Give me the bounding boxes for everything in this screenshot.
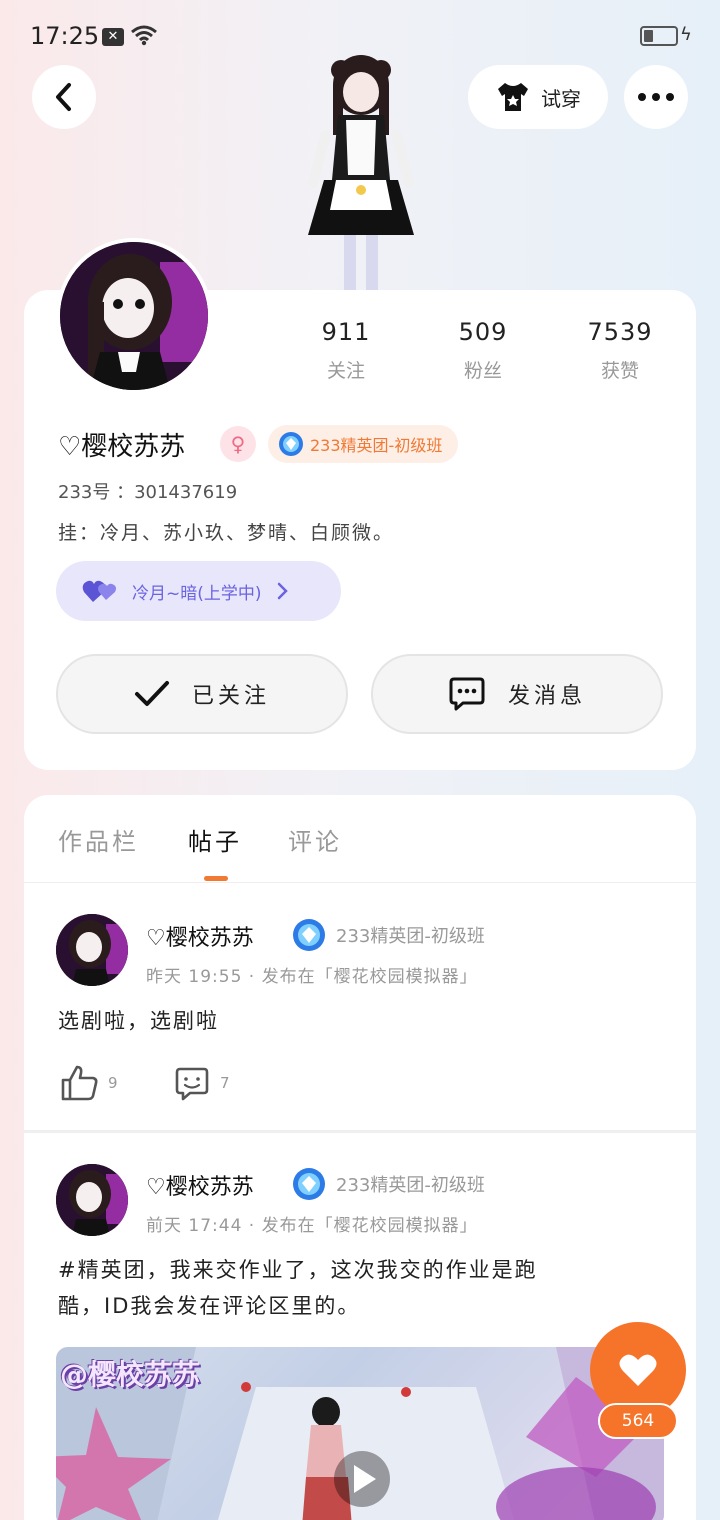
post-badge: 233精英团-初级班 (336, 1175, 485, 1196)
user-id: 233号 ：301437619 (58, 482, 238, 503)
try-on-label: 试穿 (541, 86, 581, 111)
wifi-icon (131, 25, 157, 46)
notification-icon: ✕ (102, 28, 124, 46)
video-thumbnail[interactable]: @樱校苏苏 (56, 1347, 664, 1520)
stat-value: 509 (458, 318, 508, 346)
back-button[interactable] (32, 65, 96, 129)
follow-button[interactable]: 已关注 (56, 654, 348, 734)
tab-divider (24, 882, 696, 883)
stat-label: 粉丝 (463, 360, 502, 382)
tab-works[interactable]: 作品栏 (58, 822, 139, 857)
post-author[interactable]: ♡樱校苏苏 (146, 920, 254, 952)
check-icon (134, 681, 169, 706)
post-text-line2[interactable]: 酷，ID我会发在评论区里的。 (58, 1288, 360, 1324)
post-text[interactable]: 选剧啦，选剧啦 (58, 1003, 219, 1039)
more-dots-icon (638, 93, 674, 101)
message-label: 发消息 (507, 684, 586, 709)
post-meta[interactable]: 昨天 19:55 · 发布在「樱花校园模拟器」 (146, 962, 478, 987)
chat-bubble-icon (449, 677, 485, 711)
try-on-button[interactable]: 试穿 (468, 65, 608, 129)
heart-icon (619, 1354, 657, 1386)
diamond-badge-icon (279, 432, 303, 456)
diamond-badge-icon (293, 1168, 325, 1200)
badge-pill[interactable]: 233精英团-初级班 (268, 425, 459, 463)
message-button[interactable]: 发消息 (371, 654, 663, 734)
post-avatar[interactable] (56, 1164, 128, 1236)
post-divider (24, 1130, 696, 1133)
post-text-line1[interactable]: #精英团，我来交作业了，这次我交的作业是跑 (58, 1252, 538, 1288)
tab-indicator (204, 876, 228, 881)
avatar[interactable] (56, 238, 212, 394)
comment-icon[interactable] (174, 1066, 210, 1102)
more-button[interactable] (624, 65, 688, 129)
couple-link[interactable]: 冷月~暗(上学中) (56, 561, 341, 621)
bio: 挂：冷月、苏小玖、梦晴、白顾微。 (58, 522, 395, 544)
like-count: 9 (108, 1074, 118, 1092)
avatar-figure (307, 55, 415, 290)
post-avatar[interactable] (56, 914, 128, 986)
stat-likes[interactable]: 7539 获赞 (560, 318, 680, 383)
battery-icon (640, 26, 678, 46)
badge-label: 233精英团-初级班 (310, 436, 443, 455)
double-heart-icon (82, 580, 116, 602)
gender-female-icon: ♀ (220, 426, 256, 462)
stat-label: 获赞 (600, 360, 639, 382)
like-fab-count: 564 (598, 1403, 678, 1439)
stat-fans[interactable]: 509 粉丝 (423, 318, 543, 383)
tab-posts[interactable]: 帖子 (188, 822, 242, 857)
stat-value: 7539 (587, 318, 653, 346)
charging-icon: ϟ (680, 24, 692, 45)
chevron-right-icon (277, 582, 288, 600)
stat-value: 911 (321, 318, 371, 346)
stat-following[interactable]: 911 关注 (286, 318, 406, 383)
like-icon[interactable] (60, 1064, 100, 1102)
video-watermark: @樱校苏苏 (60, 1358, 201, 1391)
chevron-left-icon (56, 83, 71, 111)
status-time: 17:25 (30, 22, 100, 50)
diamond-badge-icon (293, 919, 325, 951)
post-badge: 233精英团-初级班 (336, 926, 485, 947)
follow-label: 已关注 (191, 684, 270, 709)
shirt-icon (498, 83, 528, 111)
post-meta[interactable]: 前天 17:44 · 发布在「樱花校园模拟器」 (146, 1211, 478, 1236)
comment-count: 7 (220, 1074, 230, 1092)
post-author[interactable]: ♡樱校苏苏 (146, 1169, 254, 1201)
username: ♡樱校苏苏 (58, 432, 186, 462)
stat-label: 关注 (326, 360, 365, 382)
tab-comments[interactable]: 评论 (288, 822, 342, 857)
couple-label: 冷月~暗(上学中) (132, 583, 262, 604)
